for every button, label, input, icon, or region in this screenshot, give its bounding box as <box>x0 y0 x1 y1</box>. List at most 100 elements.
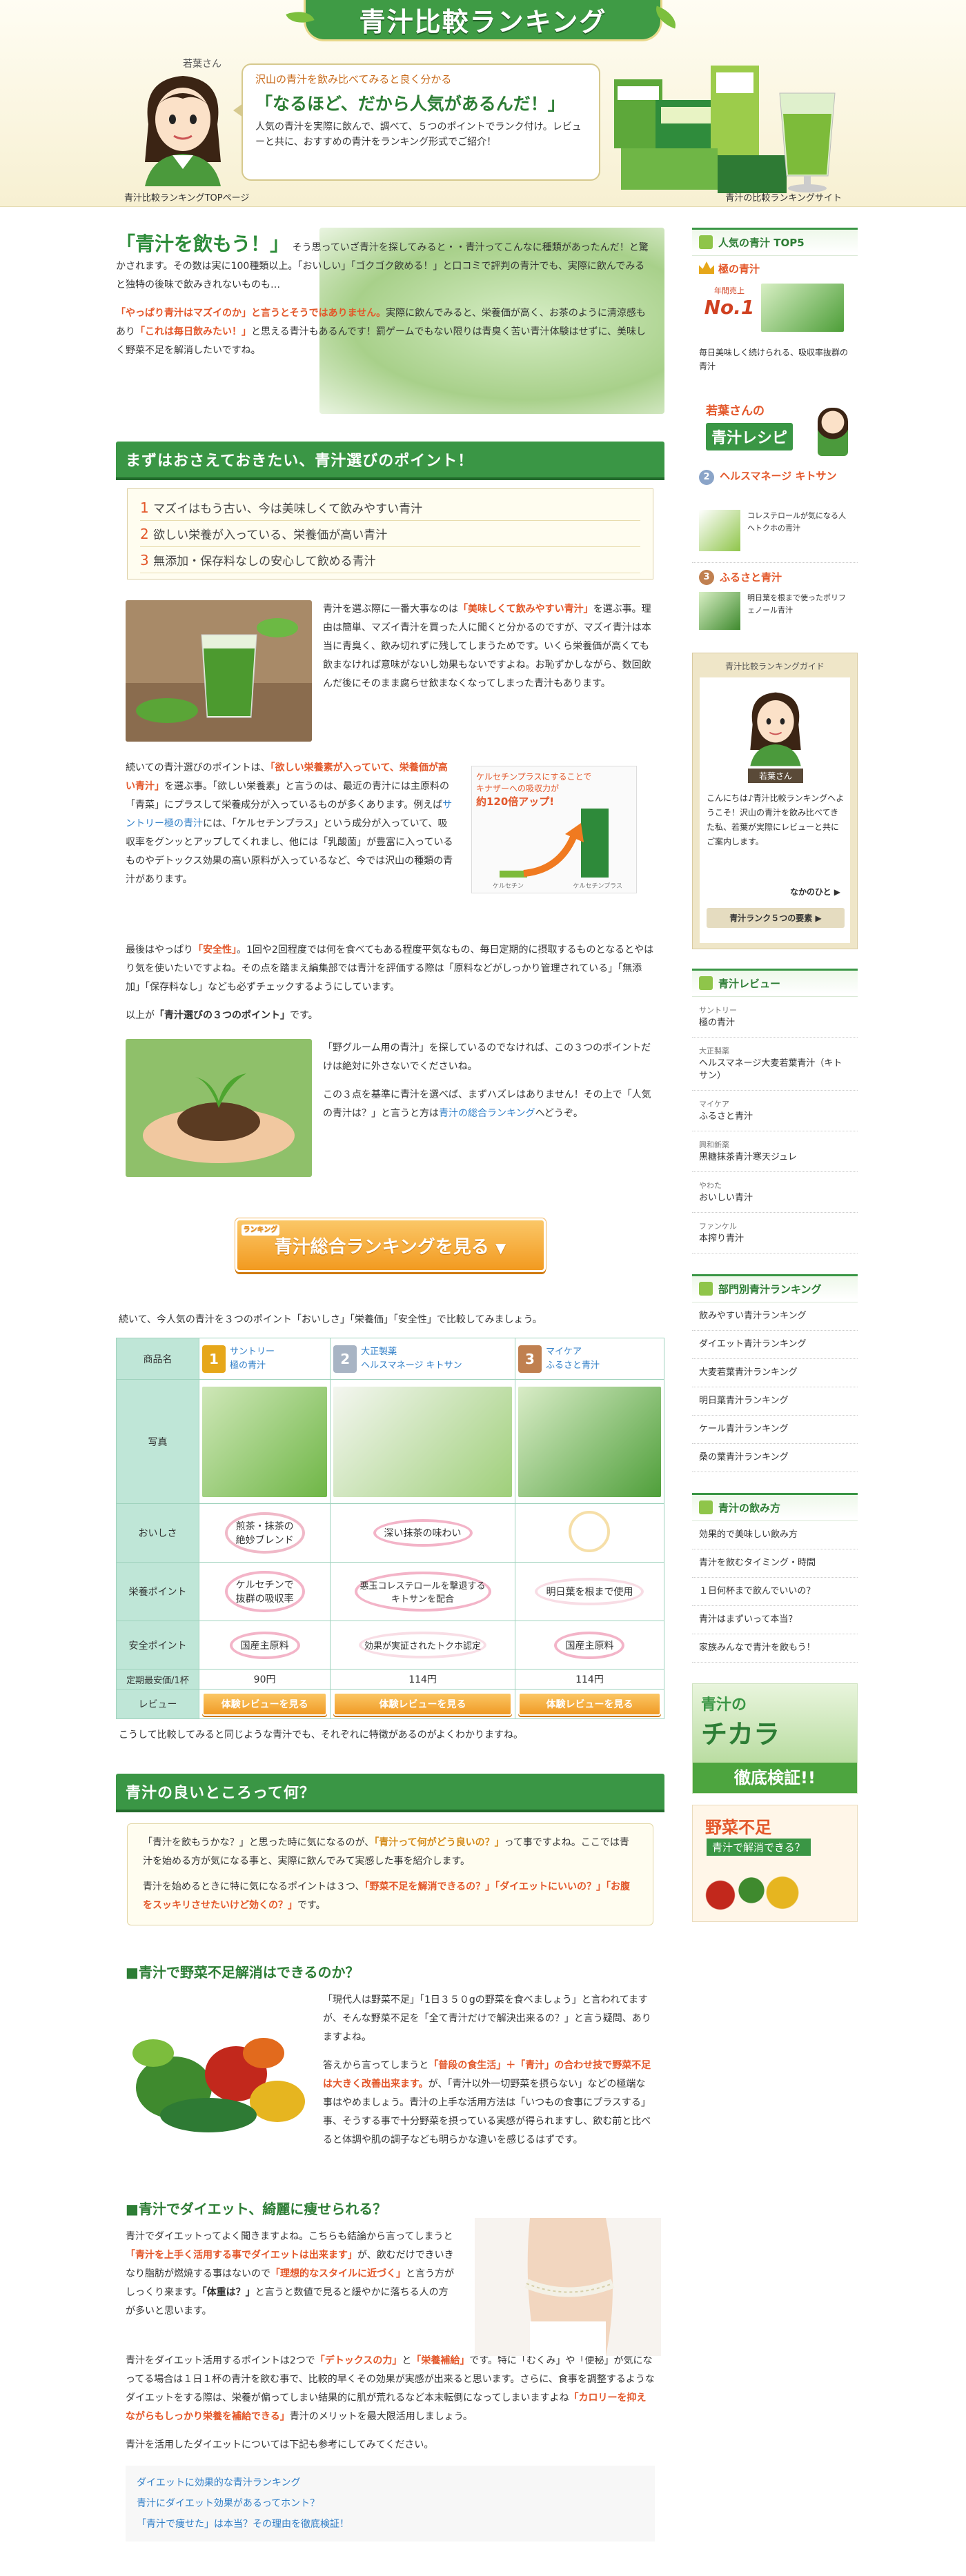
howto-item[interactable]: 青汁はまずいって本当？ <box>692 1606 858 1634</box>
body-text: 最後はやっぱり <box>126 944 193 955</box>
top-page-link[interactable]: 青汁比較ランキングTOPページ <box>124 190 249 204</box>
intro-highlight: 「これは毎日飲みたい！」 <box>135 326 251 337</box>
leaf-icon <box>651 6 680 29</box>
rank-3-item[interactable]: 3 ふるさと青汁 明日葉を根まで使ったポリフェノール青汁 <box>692 563 858 639</box>
product-name[interactable]: ふるさと青汁 <box>546 1359 600 1373</box>
dept-item[interactable]: 大麦若葉青汁ランキング <box>692 1359 858 1387</box>
table-cell: 114円 <box>330 1669 515 1690</box>
body-text: 以上が <box>126 1010 155 1021</box>
product-name-wrap: サントリー 極の青汁 <box>230 1345 275 1373</box>
rank-2-item[interactable]: 2 ヘルスマネージ キトサン コレステロールが気になる人へトクホの青汁 <box>692 463 858 563</box>
logo[interactable]: 青汁比較ランキング <box>286 0 680 41</box>
dept-item[interactable]: ケール青汁ランキング <box>692 1416 858 1444</box>
recipe-banner[interactable]: 若葉さんの 青汁レシピ <box>699 394 851 463</box>
green-juice-photo <box>126 600 312 742</box>
review-button[interactable]: 体験レビューを見る <box>333 1692 512 1716</box>
rank-desc: 明日葉を根まで使ったポリフェノール青汁 <box>747 593 846 615</box>
related-link[interactable]: 「青汁で痩せた」は本当？その理由を徹底検証！ <box>137 2514 644 2535</box>
rating-circle: 国産主原料 <box>554 1631 625 1659</box>
review-name: 黒糖抹茶青汁寒天ジュレ <box>699 1152 797 1162</box>
body-highlight: 「美味しくて飲みやすい青汁」 <box>458 604 593 615</box>
dept-item[interactable]: ダイエット青汁ランキング <box>692 1331 858 1359</box>
body-text: 青汁を始めるときに特に気になるポイントは３つ、 <box>143 1881 365 1892</box>
intro-lead: 「青汁を飲もう！」 <box>116 232 290 255</box>
related-link[interactable]: 青汁にダイエット効果があるってホント？ <box>137 2493 644 2514</box>
product-name[interactable]: ヘルスマネージ キトサン <box>361 1359 462 1373</box>
review-item[interactable]: ファンケル 本搾り青汁 <box>692 1213 858 1254</box>
main-content: 「青汁を飲もう！」 そう思っていざ青汁を探してみると・・青汁ってこんなに種類があ… <box>116 228 665 2542</box>
point-number: 1 <box>140 499 154 516</box>
bubble-text: 人気の青汁を実際に飲んで、調べて、５つのポイントでランク付け。レビューと共に、お… <box>255 121 582 148</box>
review-button[interactable]: 体験レビューを見る <box>202 1692 328 1716</box>
table-cell <box>514 1379 665 1504</box>
product-photo <box>518 1386 661 1497</box>
sidebar-heading: 青汁の飲み方 <box>692 1495 858 1521</box>
product-photo <box>699 510 740 551</box>
guide-name: 若葉さん <box>748 769 803 783</box>
cta-badge: ランキング <box>241 1225 280 1236</box>
review-button[interactable]: 体験レビューを見る <box>518 1692 661 1716</box>
banner-text: 野菜不足 <box>705 1818 771 1837</box>
vegetable-banner[interactable]: 野菜不足 青汁で解消できる？ <box>692 1805 858 1922</box>
ranking-cta-button[interactable]: ランキング 青汁総合ランキングを見る ▼ <box>235 1218 546 1272</box>
point-number: 2 <box>140 526 154 542</box>
sidebar-heading: 人気の青汁 TOP5 <box>692 230 858 256</box>
review-name: 極の青汁 <box>699 1018 736 1028</box>
dept-item[interactable]: 桑の葉青汁ランキング <box>692 1444 858 1472</box>
body-text: 「青汁を飲もうかな？」と思った時に気になるのが、 <box>143 1837 375 1848</box>
howto-item[interactable]: 効果的で美味しい飲み方 <box>692 1521 858 1549</box>
table-row: 写真 <box>116 1379 665 1504</box>
related-link[interactable]: ダイエットに効果的な青汁ランキング <box>137 2473 644 2493</box>
body-text: 「現代人は野菜不足」「1日３５０gの野菜を食べましょう」と言われてますが、そんな… <box>323 1994 651 2043</box>
product-name[interactable]: 極の青汁 <box>230 1359 275 1373</box>
sidebar: 人気の青汁 TOP5 極の青汁 年間売上 No.1 毎日美味しく続けられる、吸収… <box>692 228 858 1922</box>
howto-item[interactable]: 家族みんなで青汁を飲もう！ <box>692 1634 858 1663</box>
review-item[interactable]: やわた おいしい青汁 <box>692 1172 858 1213</box>
body-block-2: 続いての青汁選びのポイントは、「欲しい栄養素が入っていて、栄養価が高い青汁」を選… <box>116 759 664 931</box>
review-item[interactable]: サントリー 極の青汁 <box>692 997 858 1038</box>
product-maker[interactable]: 大正製薬 <box>361 1347 397 1357</box>
dept-item[interactable]: 明日葉青汁ランキング <box>692 1387 858 1416</box>
table-header: おいしさ <box>116 1503 199 1563</box>
points-list: 1 マズイはもう古い、今は美味しくて飲みやすい青汁 2 欲しい栄養が入っている、栄… <box>127 488 653 579</box>
table-cell: 114円 <box>514 1669 665 1690</box>
rank-badge-icon: 3 <box>518 1345 542 1373</box>
product-maker[interactable]: マイケア <box>546 1347 582 1357</box>
review-name: ふるさと青汁 <box>699 1111 753 1122</box>
dept-item[interactable]: 飲みやすい青汁ランキング <box>692 1302 858 1331</box>
vegetables-photo <box>132 2038 305 2132</box>
guide-more-link[interactable]: なかのひと ▶ <box>790 886 840 898</box>
badge-number: No.1 <box>704 296 755 319</box>
veg-block: 「現代人は野菜不足」「1日３５０gの野菜を食べましょう」と言われてますが、そんな… <box>116 1991 664 2170</box>
bubble-subtitle: 沢山の青汁を飲み比べてみると良く分かる <box>255 73 452 86</box>
body-highlight: 「栄養補給」 <box>411 2355 470 2366</box>
howto-item[interactable]: 青汁を飲むタイミング・時間 <box>692 1549 858 1578</box>
body-text: と <box>402 2355 412 2366</box>
product-name-wrap: マイケアふるさと青汁 <box>546 1345 600 1373</box>
review-item[interactable]: 大正製薬 ヘルスマネージ大麦若葉青汁（キトサン） <box>692 1038 858 1091</box>
table-cell: 国産主原料 <box>198 1621 331 1670</box>
hands-soil-photo <box>126 1039 312 1177</box>
body-text: を選ぶ事。理由は簡単、マズイ青汁を買った人に聞くと分かるのですが、マズイ青汁は本… <box>323 604 651 689</box>
guide-button[interactable]: 青汁ランク５つの要素 ▶ <box>707 908 845 928</box>
rating-circle: 悪玉コレステロールを撃退する キトサンを配合 <box>354 1572 491 1612</box>
table-header: 安全ポイント <box>116 1621 199 1670</box>
body-highlight: 「理想的なスタイルに近づく」 <box>270 2268 406 2279</box>
body-text: 青汁のメリットを最大限活用しましょう。 <box>289 2411 473 2422</box>
rank-1-item[interactable]: 極の青汁 年間売上 No.1 毎日美味しく続けられる、吸収率抜群の青汁 <box>692 256 858 394</box>
body-highlight: 「青汁って何がどう良いの？」 <box>374 1837 504 1848</box>
ranking-link[interactable]: 青汁の総合ランキング <box>439 1108 535 1119</box>
speech-bubble: 沢山の青汁を飲み比べてみると良く分かる 「なるほど、だから人気があるんだ！」 人… <box>241 63 600 181</box>
review-item[interactable]: マイケアふるさと青汁 <box>692 1091 858 1131</box>
table-cell <box>198 1379 331 1504</box>
triangle-down-icon: ▼ <box>495 1240 506 1256</box>
section-title: 青汁の良いところって何？ <box>116 1774 664 1812</box>
review-maker: マイケア <box>699 1100 729 1109</box>
product-photo <box>699 592 740 630</box>
howto-item[interactable]: １日何杯まで飲んでいいの？ <box>692 1578 858 1606</box>
product-maker[interactable]: サントリー <box>230 1347 275 1357</box>
power-banner[interactable]: 青汁の チカラ 徹底検証!! <box>692 1683 858 1794</box>
growth-arrow-icon <box>523 823 584 877</box>
review-item[interactable]: 興和新薬 黒糖抹茶青汁寒天ジュレ <box>692 1131 858 1172</box>
point-item: 3 無添加・保存料なしの安心して飲める青汁 <box>140 547 640 573</box>
